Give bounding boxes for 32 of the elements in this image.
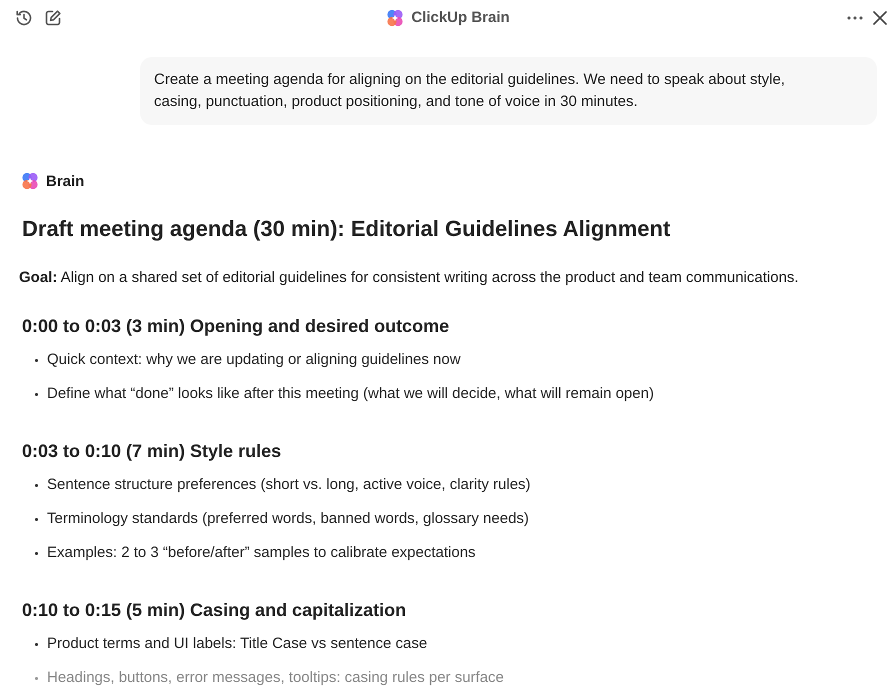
section-heading: 0:00 to 0:03 (3 min) Opening and desired outcome	[22, 315, 450, 338]
bullet-icon	[35, 642, 38, 646]
user-message: Create a meeting agenda for aligning on the editorial guidelines. We need to speak about style, casing, punctuation, product positioning, and tone of voice in 30 minutes.	[140, 57, 877, 125]
bullet-text: Terminology standards (preferred words, banned words, glossary needs)	[47, 509, 529, 529]
bullet-text: Product terms and UI labels: Title Case vs sentence case	[47, 634, 428, 654]
more-icon	[847, 16, 863, 20]
history-icon	[14, 8, 34, 28]
bullet-icon	[35, 358, 38, 362]
brain-logo-icon	[20, 171, 40, 191]
bullet-icon	[35, 518, 38, 520]
bullet-icon	[35, 392, 38, 396]
bullet-text: Examples: 2 to 3 “before/after” samples to calibrate expectations	[47, 543, 476, 563]
bullet-icon	[35, 552, 38, 554]
author-name: Brain	[46, 172, 84, 190]
edit-icon	[43, 8, 63, 28]
edit-button[interactable]	[43, 8, 63, 28]
bullet-text: Define what “done” looks like after this meeting (what we will decide, what will remain open)	[47, 384, 654, 404]
section-heading: 0:10 to 0:15 (5 min) Casing and capitalization	[22, 599, 408, 622]
history-button[interactable]	[14, 8, 34, 28]
close-icon	[873, 10, 887, 24]
goal-text: Goal: Align on a shared set of editorial guidelines for consistent writing across the product and team communications.	[19, 268, 800, 288]
bullet-text: Quick context: why we are updating or aligning guidelines now	[47, 350, 461, 370]
bullet-icon	[35, 676, 38, 680]
section-heading: 0:03 to 0:10 (7 min) Style rules	[22, 440, 282, 463]
response-title: Draft meeting agenda (30 min): Editorial Guidelines Alignment	[22, 215, 672, 243]
bullet-text: Headings, buttons, error messages, tooltips: casing rules per surface	[47, 668, 504, 688]
close-button[interactable]	[873, 10, 887, 24]
window-title: ClickUp Brain	[411, 9, 510, 26]
bullet-text: Sentence structure preferences (short vs. long, active voice, clarity rules)	[47, 475, 531, 495]
bullet-icon	[35, 484, 38, 486]
brain-logo-icon	[385, 8, 406, 28]
more-button[interactable]	[847, 16, 863, 20]
